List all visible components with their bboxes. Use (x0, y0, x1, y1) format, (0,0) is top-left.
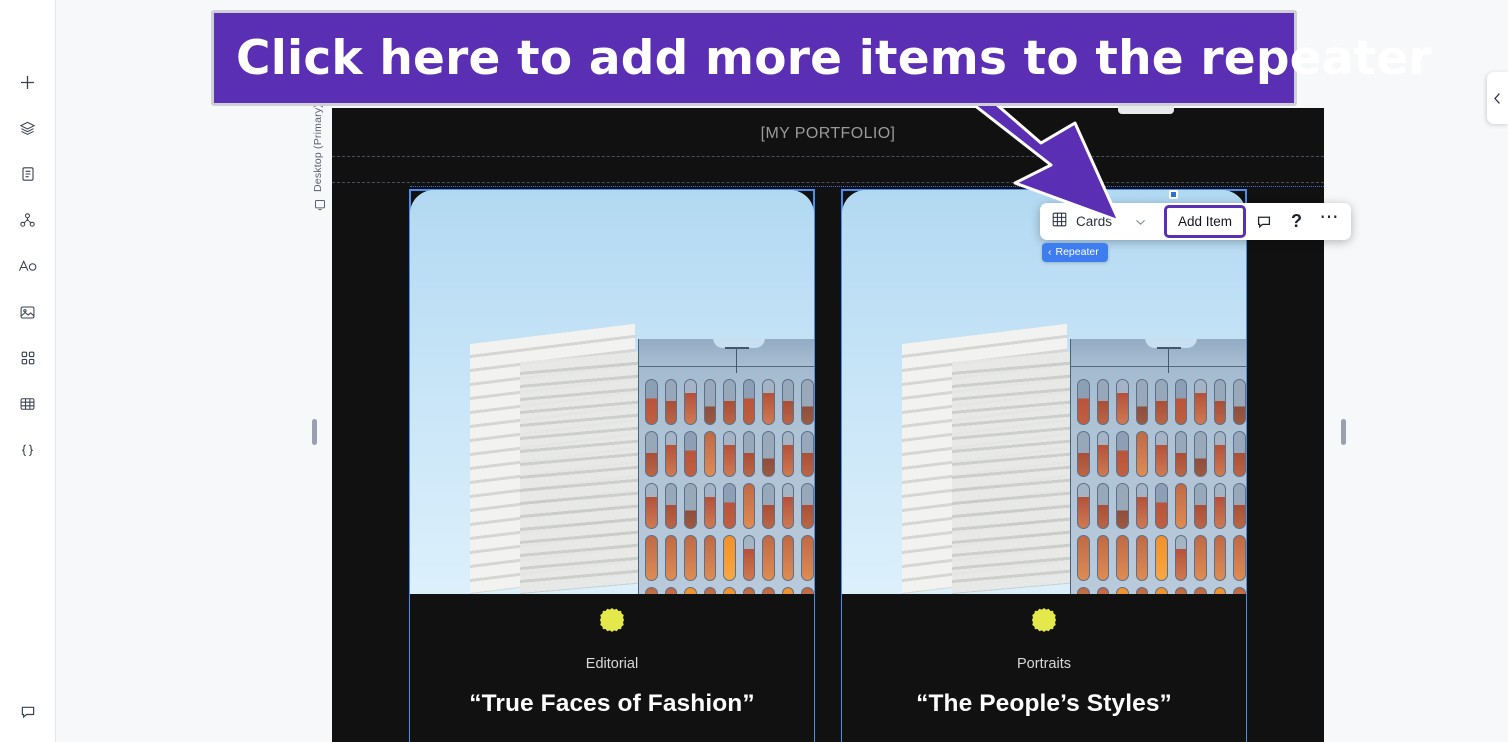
layout-preset-select[interactable]: Cards (1050, 208, 1154, 236)
editor-canvas: Desktop (Primary) [MY PORTFOLIO] Editori… (56, 0, 1508, 742)
layers-icon[interactable] (12, 112, 44, 144)
repeater-item-card[interactable]: Editorial “True Faces of Fashion” (409, 189, 815, 742)
building-left-slab-2 (520, 351, 640, 594)
pages-icon[interactable] (12, 158, 44, 190)
card-category: Editorial (585, 656, 639, 672)
media-icon[interactable] (12, 296, 44, 328)
building-left-slab-2 (952, 351, 1072, 594)
site-structure-icon[interactable] (12, 204, 44, 236)
canvas-resize-handle-right[interactable] (1341, 419, 1346, 445)
ellipsis-icon[interactable]: ⋯ (1314, 207, 1345, 237)
guide-line-top (332, 156, 1324, 157)
star-badge-icon (600, 608, 624, 632)
tower-window-grid (639, 373, 814, 594)
canvas-resize-handle-left[interactable] (312, 419, 317, 445)
left-sidebar-rail (0, 0, 56, 742)
tower-mast-bar (1157, 347, 1181, 349)
card-title: “True Faces of Fashion” (469, 690, 755, 717)
question-mark-icon[interactable]: ? (1281, 207, 1312, 237)
comments-icon[interactable] (12, 696, 44, 728)
right-panel-toggle[interactable] (1487, 72, 1508, 124)
tower-mast (1168, 347, 1169, 373)
card-body: Portraits “The People’s Styles” (842, 594, 1246, 742)
add-item-button[interactable]: Add Item (1164, 205, 1247, 238)
code-icon[interactable] (12, 434, 44, 466)
building-tower (1070, 338, 1246, 594)
comment-icon[interactable] (1248, 207, 1279, 237)
breakpoint-label: Desktop (Primary) (312, 104, 324, 192)
selection-handle[interactable] (1169, 190, 1178, 199)
repeater-breadcrumb-tag[interactable]: ‹ Repeater (1042, 243, 1108, 262)
repeater-item-card[interactable]: Portraits “The People’s Styles” (841, 189, 1247, 742)
chevron-down-icon (1135, 218, 1146, 226)
card-image (410, 190, 814, 594)
repeater-tag-label: Repeater (1055, 246, 1099, 258)
tower-window-grid (1071, 373, 1246, 594)
card-title: “The People’s Styles” (916, 690, 1172, 717)
element-toolbar: Cards Add Item ? ⋯ (1040, 203, 1352, 240)
repeater-cards-row: Editorial “True Faces of Fashion” Portra… (409, 189, 1247, 742)
star-badge-icon (1032, 608, 1056, 632)
grid-icon (1052, 212, 1067, 232)
annotation-banner: Click here to add more items to the repe… (211, 10, 1432, 106)
card-category: Portraits (1017, 656, 1071, 672)
cms-table-icon[interactable] (12, 388, 44, 420)
text-icon[interactable] (12, 250, 44, 282)
chevron-left-icon: ‹ (1048, 246, 1052, 258)
annotation-text: Click here to add more items to the repe… (236, 30, 1432, 86)
card-body: Editorial “True Faces of Fashion” (410, 594, 814, 742)
tower-mast-bar (725, 347, 749, 349)
hidden-toolbar-tab[interactable] (1118, 106, 1174, 114)
page-title: [MY PORTFOLIO] (760, 125, 896, 142)
guide-line-bottom (332, 182, 1324, 183)
layout-preset-label: Cards (1076, 214, 1113, 229)
tower-mast (736, 347, 737, 373)
app-root: Desktop (Primary) [MY PORTFOLIO] Editori… (0, 0, 1508, 742)
add-elements-icon[interactable] (12, 66, 44, 98)
monitor-icon (314, 198, 326, 211)
apps-icon[interactable] (12, 342, 44, 374)
building-tower (638, 338, 814, 594)
